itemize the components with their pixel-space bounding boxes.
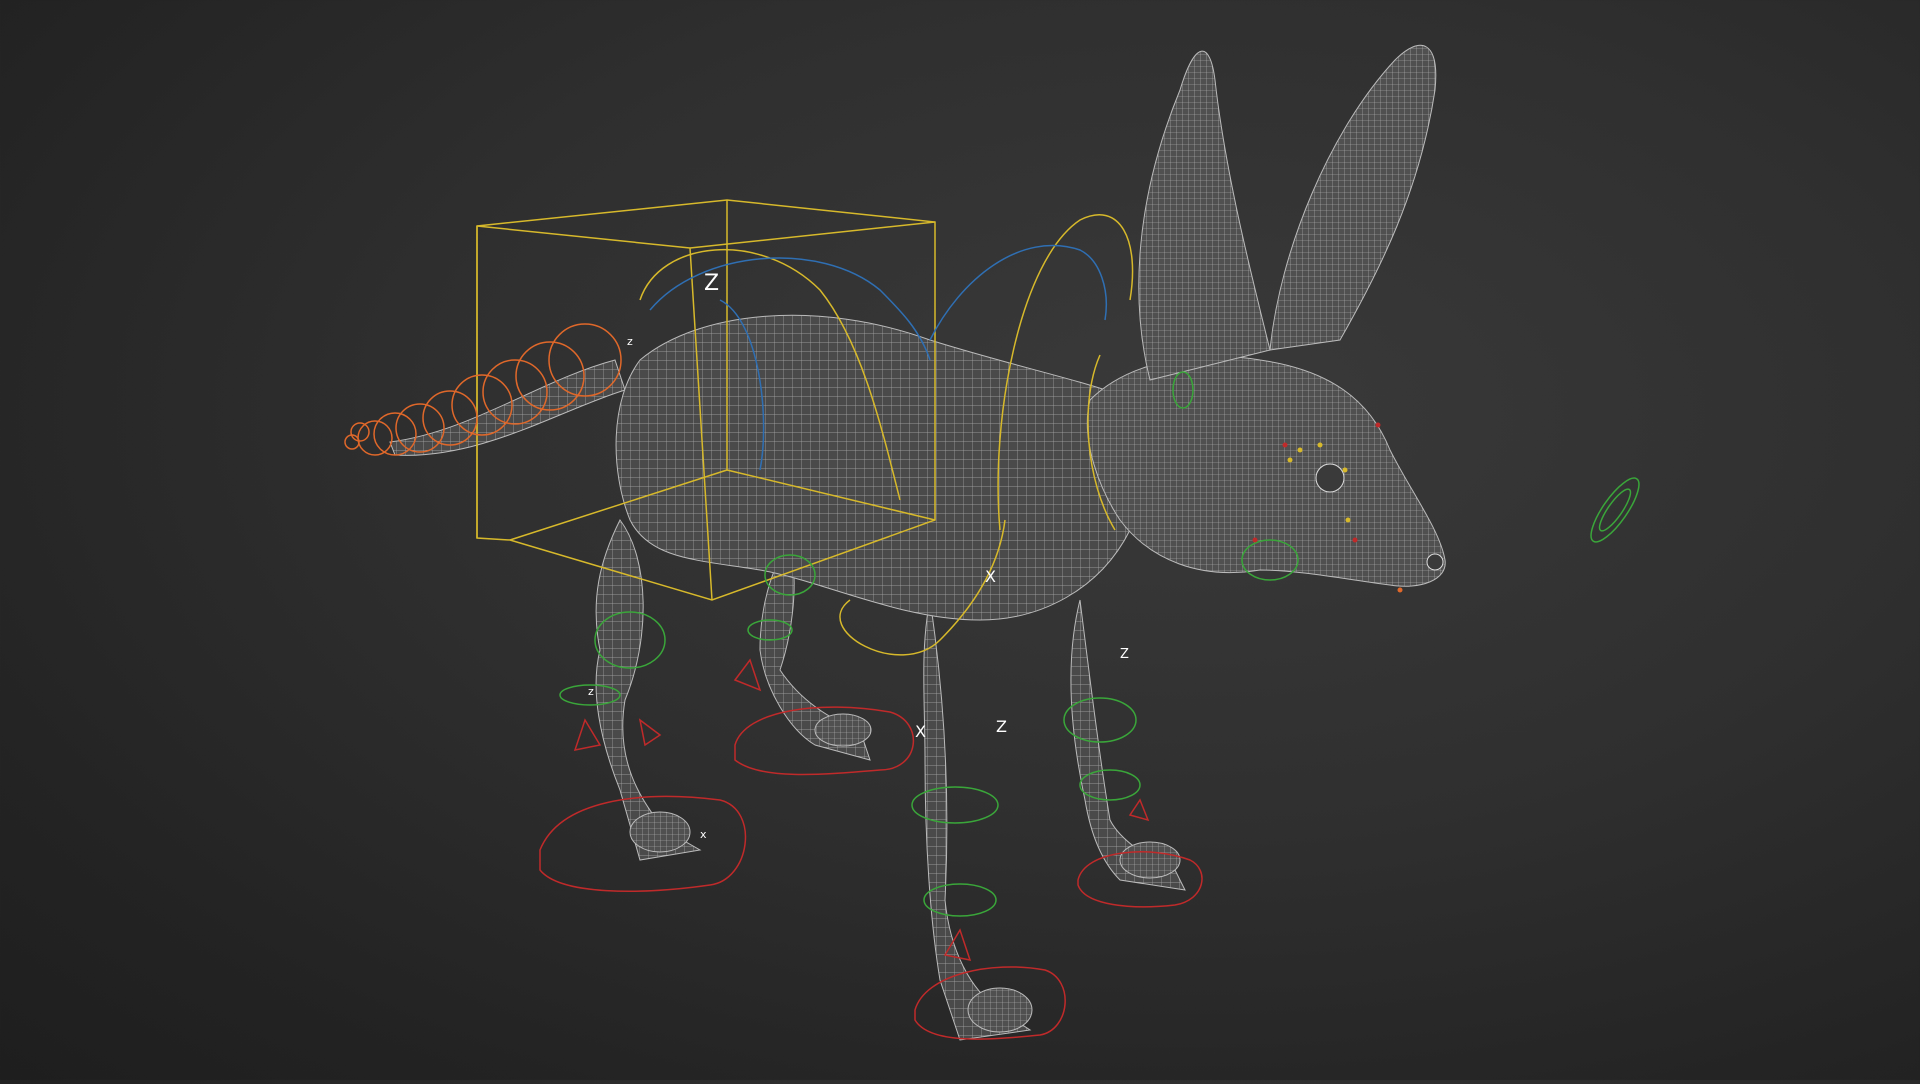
eye xyxy=(1315,463,1345,493)
knee-z-label: z xyxy=(588,685,594,698)
hip-z-label: Z xyxy=(996,717,1007,736)
paw-front-right[interactable] xyxy=(1119,841,1181,879)
ik-arc-2[interactable] xyxy=(929,244,1107,341)
tail-z-label: z xyxy=(627,335,633,348)
nose xyxy=(1426,553,1444,571)
viewport-canvas[interactable]: Z X X Z Z z z x xyxy=(0,0,1920,1080)
toe-x-label: x xyxy=(700,828,707,841)
rear-left-leg-mesh[interactable] xyxy=(595,519,702,861)
head-mesh[interactable] xyxy=(1086,355,1446,587)
fox-wireframe-mesh[interactable] xyxy=(389,44,1446,1041)
leg-x-label: X xyxy=(915,722,926,741)
left-ear-mesh[interactable] xyxy=(1138,50,1271,381)
paw-rear-left[interactable] xyxy=(629,811,691,853)
paw-front-left[interactable] xyxy=(967,987,1033,1033)
paw-rear-right[interactable] xyxy=(814,713,872,747)
front-z-label: Z xyxy=(1120,647,1129,662)
spine-x-label: X xyxy=(985,567,996,586)
root-z-label: Z xyxy=(704,271,719,296)
3d-viewport[interactable]: Z X X Z Z z z x xyxy=(0,0,1920,1080)
right-ear-mesh[interactable] xyxy=(1269,44,1437,351)
